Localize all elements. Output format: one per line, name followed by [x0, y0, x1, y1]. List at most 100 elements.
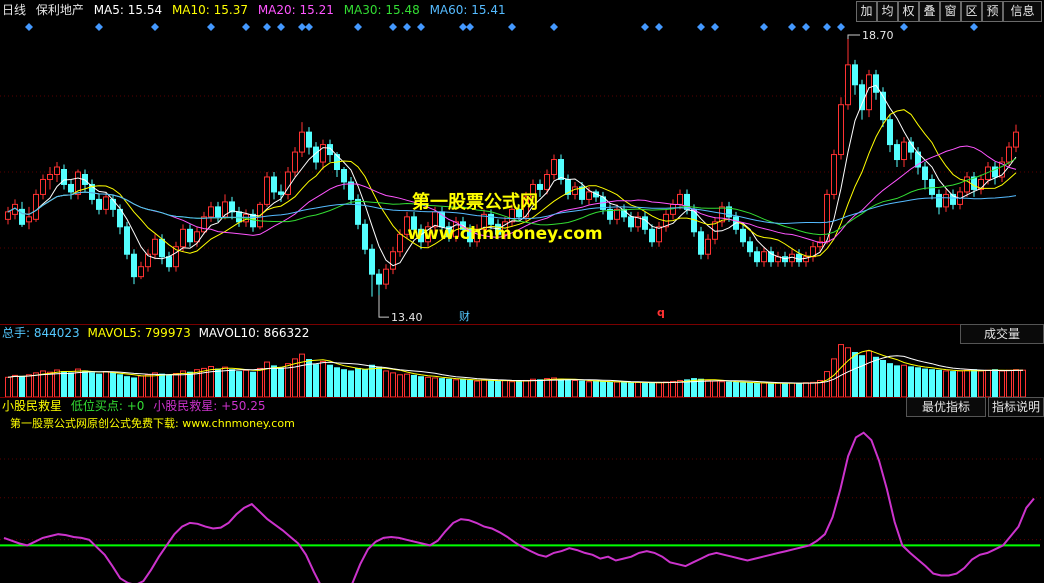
q-marker[interactable]: q [657, 306, 665, 319]
candle-body [705, 238, 711, 255]
candle-body [614, 208, 620, 220]
candle-body [922, 166, 928, 180]
toolbar-button-info[interactable]: 信息 [1003, 1, 1042, 22]
toolbar-button-forecast[interactable]: 预 [982, 1, 1003, 22]
candlestick-chart[interactable]: 18.70 13.40 [0, 20, 1044, 344]
ma60-label: MA60: 15.41 [429, 3, 506, 17]
volume-bar [621, 381, 627, 397]
toolbar-button-average[interactable]: 均 [877, 1, 898, 22]
candle-body [936, 193, 942, 208]
signal-diamond [354, 23, 362, 31]
signal-diamond [823, 23, 831, 31]
indicator-info-button[interactable]: 指标说明 [988, 397, 1044, 417]
ma30-label: MA30: 15.48 [343, 3, 420, 17]
candle-body [488, 213, 494, 225]
candle-body [33, 193, 39, 220]
volume-bar [537, 379, 543, 397]
signal-diamond [277, 23, 285, 31]
signal-diamond [25, 23, 33, 31]
candle-body [656, 226, 662, 243]
candle-body [96, 198, 102, 210]
volume-bar [957, 370, 963, 397]
volume-bar [999, 370, 1005, 397]
indicator-header: 小股民救星 低位买点: +0 小股民救星: +50.25 [2, 397, 266, 415]
candle-body [1013, 131, 1019, 148]
volume-bar [698, 378, 704, 397]
volume-bar [635, 381, 641, 397]
toolbar-button-overlay[interactable]: 叠 [919, 1, 940, 22]
volume-bar [495, 380, 501, 397]
candle-body [201, 216, 207, 233]
indicator-line [3, 431, 1035, 583]
volume-bar [257, 367, 263, 397]
indicator-chart[interactable] [0, 428, 1044, 583]
volume-bar [432, 377, 438, 397]
volume-bar [943, 370, 949, 397]
volume-chart[interactable] [0, 343, 1044, 397]
candle-body [341, 169, 347, 183]
period-label[interactable]: 日线 [2, 3, 26, 17]
candle-body [383, 268, 389, 285]
volume-bar [600, 381, 606, 397]
toolbar-button-rights[interactable]: 权 [898, 1, 919, 22]
candle-body [376, 273, 382, 285]
best-indicator-button[interactable]: 最优指标 [906, 397, 986, 417]
volume-bar [229, 369, 235, 397]
candle-body [887, 119, 893, 146]
toolbar-button-add[interactable]: 加 [856, 1, 877, 22]
volume-bar [61, 371, 67, 397]
volume-bar [89, 372, 95, 397]
signal-diamond [151, 23, 159, 31]
candle-body [159, 238, 165, 258]
candle-body [782, 256, 788, 263]
candle-body [110, 198, 116, 210]
signal-diamond [298, 23, 306, 31]
volume-bar [740, 382, 746, 397]
candle-body [54, 166, 60, 175]
signal-diamond [711, 23, 719, 31]
volume-bar [306, 359, 312, 397]
volume-bar [719, 381, 725, 397]
volume-bar [131, 377, 137, 397]
low-marker-line [378, 295, 389, 318]
volume-bar [96, 373, 102, 397]
volume-bar [446, 378, 452, 397]
signal-diamond [389, 23, 397, 31]
volume-bar [208, 366, 214, 397]
toolbar-button-window[interactable]: 窗 [940, 1, 961, 22]
candle-body [929, 178, 935, 195]
candle-body [180, 228, 186, 248]
volume-bar [488, 379, 494, 397]
volume-bar [929, 369, 935, 397]
volume-bar [313, 364, 319, 397]
volume-bar [761, 382, 767, 397]
volume-bar [852, 352, 858, 397]
volume-bar [579, 380, 585, 397]
candle-body [138, 266, 144, 278]
volume-bar [439, 378, 445, 397]
candle-body [677, 193, 683, 205]
candle-body [1006, 146, 1012, 163]
total-volume-label: 总手: 844023 [2, 326, 80, 340]
signal-diamond [970, 23, 978, 31]
volume-bar [558, 378, 564, 397]
volume-bar [453, 379, 459, 397]
candle-body [894, 144, 900, 161]
volume-bar [565, 379, 571, 397]
volume-bar [803, 382, 809, 397]
candle-body [796, 253, 802, 263]
toolbar-button-range[interactable]: 区 [961, 1, 982, 22]
cai-marker[interactable]: 财 [459, 308, 470, 324]
watermark-title: 第一股票公式网 [412, 192, 538, 213]
volume-indicator-select[interactable]: 成交量 [960, 324, 1044, 344]
volume-bar [649, 382, 655, 397]
volume-bar [404, 373, 410, 397]
candle-body [348, 181, 354, 200]
volume-bar [383, 370, 389, 397]
volume-bar [733, 381, 739, 397]
candle-body [943, 193, 949, 208]
signal-diamond [305, 23, 313, 31]
volume-bar [250, 371, 256, 397]
volume-bar [474, 380, 480, 397]
watermark-url: www.chnmoney.com [407, 224, 603, 244]
